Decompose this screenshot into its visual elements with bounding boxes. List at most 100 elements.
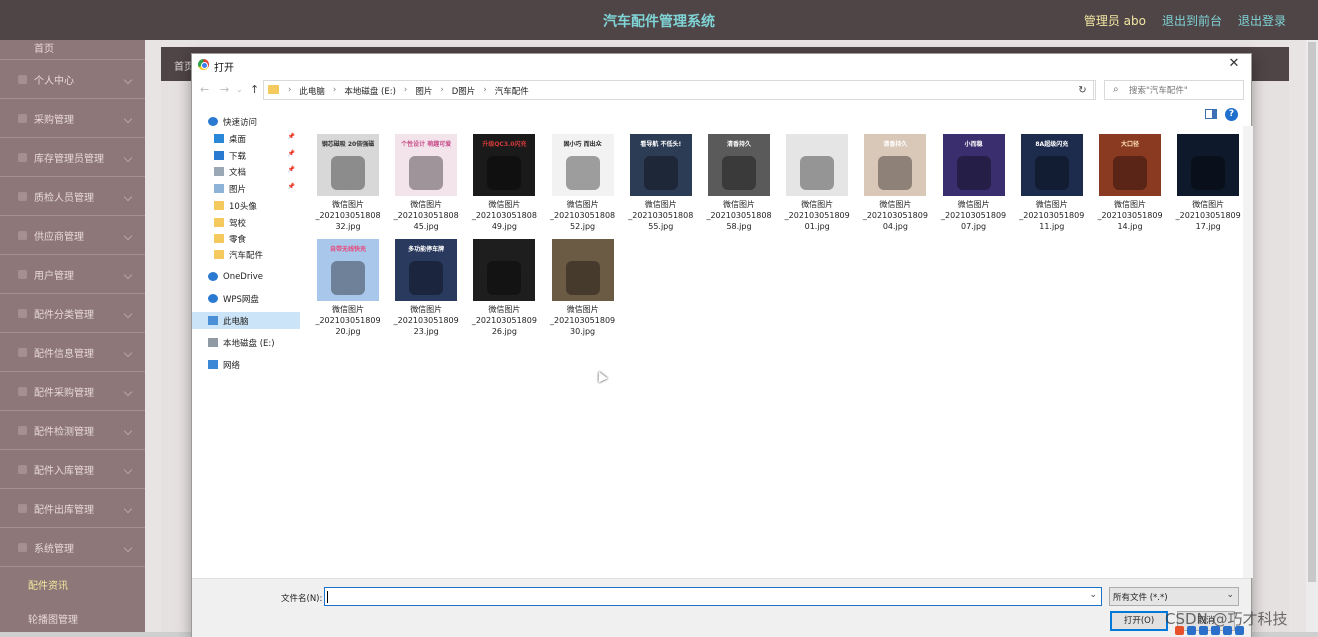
sidebar-item[interactable]: 质检人员管理 [0, 177, 145, 216]
preview-pane-icon[interactable] [1205, 109, 1217, 119]
logout-link[interactable]: 退出登录 [1238, 12, 1286, 29]
nav-item[interactable]: 文档 📌 [192, 163, 300, 180]
file-tile[interactable]: 个性设计 萌趣可爱 微信图片 _202103051808 45.jpg [388, 134, 464, 236]
filename-dropdown-icon[interactable]: ⌄ [1089, 590, 1097, 600]
nav-item[interactable]: 网络 [192, 356, 300, 373]
forward-arrow-icon[interactable]: → [220, 83, 229, 96]
address-bar[interactable]: ›此电脑›本地磁盘 (E:)›图片›D图片›汽车配件 ⌄ [263, 80, 1096, 100]
search-box[interactable]: ⌕ [1104, 80, 1244, 100]
file-tile[interactable]: 看导航 不低头! 微信图片 _202103051808 55.jpg [623, 134, 699, 236]
nav-item[interactable]: OneDrive [192, 268, 300, 285]
file-tile[interactable]: 钢芯磁吸 20倍强磁 微信图片 _202103051808 32.jpg [310, 134, 386, 236]
product-shape [722, 156, 756, 190]
file-tile[interactable]: 多功能停车牌 微信图片 _202103051809 23.jpg [388, 239, 464, 341]
pin-icon: 📌 [287, 150, 295, 157]
filename-input[interactable]: ⌄ [324, 587, 1102, 606]
file-name-line: _202103051809 [1019, 211, 1085, 220]
sidebar-item[interactable]: 配件分类管理 [0, 294, 145, 333]
nav-item[interactable]: 桌面 📌 [192, 130, 300, 147]
tray-icon[interactable] [1199, 626, 1208, 635]
image-thumbnail: 大口径 [1099, 134, 1161, 196]
sidebar-item[interactable]: 配件入库管理 [0, 450, 145, 489]
chevron-down-icon [123, 231, 133, 241]
file-tile[interactable]: 清香持久 微信图片 _202103051808 58.jpg [701, 134, 777, 236]
sidebar-item[interactable]: 个人中心 [0, 60, 145, 99]
tray-icon[interactable] [1235, 626, 1244, 635]
nav-item-label: 驾校 [229, 218, 247, 229]
sidebar-item[interactable]: 首页 [0, 40, 145, 60]
close-icon[interactable]: ✕ [1225, 55, 1243, 73]
nav-item[interactable]: 本地磁盘 (E:) [192, 334, 300, 351]
back-arrow-icon[interactable]: ← [200, 83, 209, 96]
sidebar-item-label: 配件入库管理 [34, 465, 94, 477]
thumbnail-caption: 清香持久 [883, 141, 908, 148]
file-tile[interactable]: 自带无线快充 微信图片 _202103051809 20.jpg [310, 239, 386, 341]
sidebar-item[interactable]: 供应商管理 [0, 216, 145, 255]
address-crumb[interactable]: 汽车配件 [495, 85, 529, 97]
nav-item[interactable]: 图片 📌 [192, 180, 300, 197]
filetype-dropdown-icon[interactable]: ⌄ [1226, 590, 1234, 600]
nav-item[interactable]: 驾校 [192, 214, 300, 231]
chevron-right-icon: › [440, 85, 444, 95]
sidebar-item[interactable]: 系统管理 [0, 528, 145, 567]
sidebar-item-label: 个人中心 [34, 75, 74, 87]
sidebar-item[interactable]: 配件检测管理 [0, 411, 145, 450]
address-crumb[interactable]: 此电脑 [299, 85, 325, 97]
help-icon[interactable]: ? [1225, 108, 1238, 121]
nav-item[interactable]: 10头像 [192, 197, 300, 214]
sidebar-item[interactable]: 配件信息管理 [0, 333, 145, 372]
nav-item[interactable]: 此电脑 [192, 312, 300, 329]
nav-item[interactable]: WPS网盘 [192, 290, 300, 307]
file-name-line: 微信图片 [566, 305, 599, 314]
file-tile[interactable]: 微信图片 _202103051809 30.jpg [545, 239, 621, 341]
open-button[interactable]: 打开(O) [1110, 611, 1168, 631]
nav-item[interactable]: 汽车配件 [192, 246, 300, 263]
sidebar-subitem[interactable]: 配件资讯 [0, 567, 145, 601]
up-arrow-icon[interactable]: ↑ [250, 83, 259, 96]
address-crumb[interactable]: D图片 [452, 85, 476, 97]
sidebar-item[interactable]: 配件出库管理 [0, 489, 145, 528]
product-shape [487, 156, 522, 190]
sidebar-item[interactable]: 配件采购管理 [0, 372, 145, 411]
address-crumb[interactable]: 本地磁盘 (E:) [344, 85, 396, 97]
page-scrollbar[interactable] [1306, 40, 1318, 637]
sidebar-item[interactable]: 用户管理 [0, 255, 145, 294]
product-shape [1113, 156, 1147, 190]
file-tile[interactable]: 微信图片 _202103051809 17.jpg [1170, 134, 1246, 236]
sidebar-item[interactable]: 采购管理 [0, 99, 145, 138]
file-name-line: 01.jpg [804, 222, 830, 231]
recent-chevron-icon[interactable]: ⌄ [236, 85, 243, 94]
nav-item[interactable]: 零食 [192, 230, 300, 247]
file-tile[interactable]: 小而稳 微信图片 _202103051809 07.jpg [936, 134, 1012, 236]
nav-item[interactable]: 快速访问 [192, 113, 300, 130]
tray-icon[interactable] [1211, 626, 1220, 635]
file-tile[interactable]: 微信图片 _202103051809 01.jpg [779, 134, 855, 236]
filetype-select[interactable]: 所有文件 (*.*) ⌄ [1109, 587, 1239, 606]
nav-item-label: OneDrive [223, 271, 263, 282]
nav-item-label: WPS网盘 [223, 294, 259, 305]
back-to-front-link[interactable]: 退出到前台 [1162, 12, 1222, 29]
file-tile[interactable]: 微信图片 _202103051809 26.jpg [466, 239, 542, 341]
ime-icon[interactable] [1175, 626, 1184, 635]
file-tile[interactable]: 8A超级闪充 微信图片 _202103051809 11.jpg [1014, 134, 1090, 236]
file-tile[interactable]: 大口径 微信图片 _202103051809 14.jpg [1092, 134, 1168, 236]
tray-icon[interactable] [1187, 626, 1196, 635]
sidebar-subitem[interactable]: 轮播图管理 [0, 601, 145, 635]
address-crumb[interactable]: 图片 [415, 85, 432, 97]
chevron-down-icon [123, 192, 133, 202]
file-name-line: 58.jpg [726, 222, 752, 231]
page-scrollbar-thumb[interactable] [1308, 42, 1316, 582]
search-input[interactable] [1129, 84, 1237, 97]
chevron-right-icon: › [483, 85, 487, 95]
file-name-line: _202103051809 [784, 211, 850, 220]
menu-icon [18, 426, 27, 435]
folder-icon [214, 218, 224, 227]
tray-icon[interactable] [1223, 626, 1232, 635]
file-tile[interactable]: 升级QC3.0闪充 微信图片 _202103051808 49.jpg [466, 134, 542, 236]
thumbnail-caption: 小而稳 [964, 141, 983, 148]
sidebar-item[interactable]: 库存管理员管理 [0, 138, 145, 177]
nav-item[interactable]: 下载 📌 [192, 147, 300, 164]
file-tile[interactable]: 固小巧 而出众 微信图片 _202103051808 52.jpg [545, 134, 621, 236]
refresh-icon[interactable]: ↻ [1072, 80, 1094, 100]
file-tile[interactable]: 清香持久 微信图片 _202103051809 04.jpg [857, 134, 933, 236]
